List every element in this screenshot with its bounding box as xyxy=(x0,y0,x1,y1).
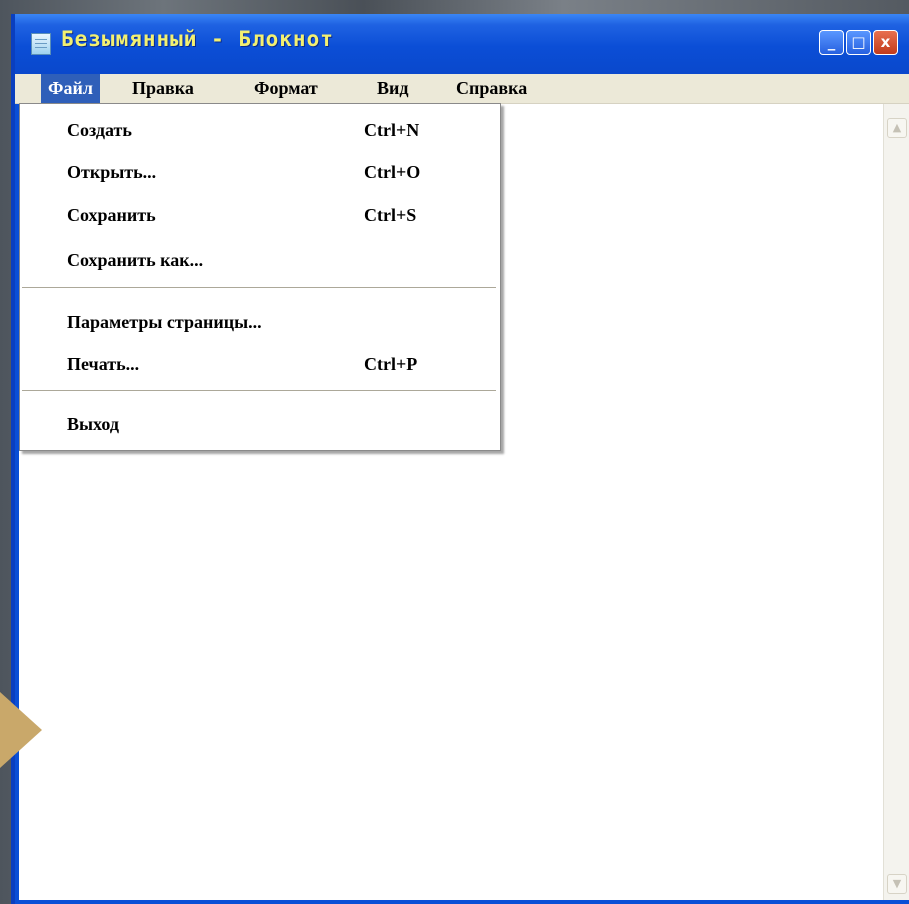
menu-item-new[interactable]: Создать Ctrl+N xyxy=(20,110,500,150)
menu-item-label: Сохранить xyxy=(67,205,156,225)
menu-item-shortcut: Ctrl+P xyxy=(364,354,418,374)
menu-item-label: Параметры страницы... xyxy=(67,312,262,332)
menu-item-save-as[interactable]: Сохранить как... xyxy=(20,240,500,280)
file-menu-dropdown: Создать Ctrl+N Открыть... Ctrl+O Сохрани… xyxy=(19,103,501,451)
window-title: Безымянный - Блокнот xyxy=(61,27,334,51)
menu-item-page-setup[interactable]: Параметры страницы... xyxy=(20,302,500,342)
vertical-scrollbar[interactable]: ▲ ▼ xyxy=(883,104,909,900)
menu-help[interactable]: Справка xyxy=(449,74,534,103)
title-bar[interactable]: Безымянный - Блокнот _ □ x xyxy=(15,14,909,74)
scroll-up-icon[interactable]: ▲ xyxy=(887,118,907,138)
menu-separator xyxy=(22,287,496,289)
menu-separator xyxy=(22,390,496,392)
menu-bar: Файл Правка Формат Вид Справка xyxy=(15,74,909,104)
menu-item-save[interactable]: Сохранить Ctrl+S xyxy=(20,195,500,235)
menu-item-open[interactable]: Открыть... Ctrl+O xyxy=(20,152,500,192)
menu-edit[interactable]: Правка xyxy=(125,74,201,103)
menu-view[interactable]: Вид xyxy=(370,74,415,103)
menu-item-exit[interactable]: Выход xyxy=(20,404,500,444)
notepad-icon xyxy=(31,33,51,55)
menu-item-shortcut: Ctrl+S xyxy=(364,205,417,225)
menu-format[interactable]: Формат xyxy=(247,74,325,103)
maximize-button[interactable]: □ xyxy=(846,30,871,55)
close-button[interactable]: x xyxy=(873,30,898,55)
minimize-button[interactable]: _ xyxy=(819,30,844,55)
menu-item-label: Сохранить как... xyxy=(67,250,204,270)
scroll-down-icon[interactable]: ▼ xyxy=(887,874,907,894)
menu-item-label: Печать... xyxy=(67,354,140,374)
menu-file[interactable]: Файл xyxy=(41,74,100,103)
pointer-arrow-icon xyxy=(0,692,42,768)
menu-item-shortcut: Ctrl+O xyxy=(364,162,421,182)
menu-item-print[interactable]: Печать... Ctrl+P xyxy=(20,344,500,384)
menu-item-shortcut: Ctrl+N xyxy=(364,120,420,140)
menu-item-label: Открыть... xyxy=(67,162,157,182)
menu-item-label: Выход xyxy=(67,414,119,434)
menu-item-label: Создать xyxy=(67,120,132,140)
